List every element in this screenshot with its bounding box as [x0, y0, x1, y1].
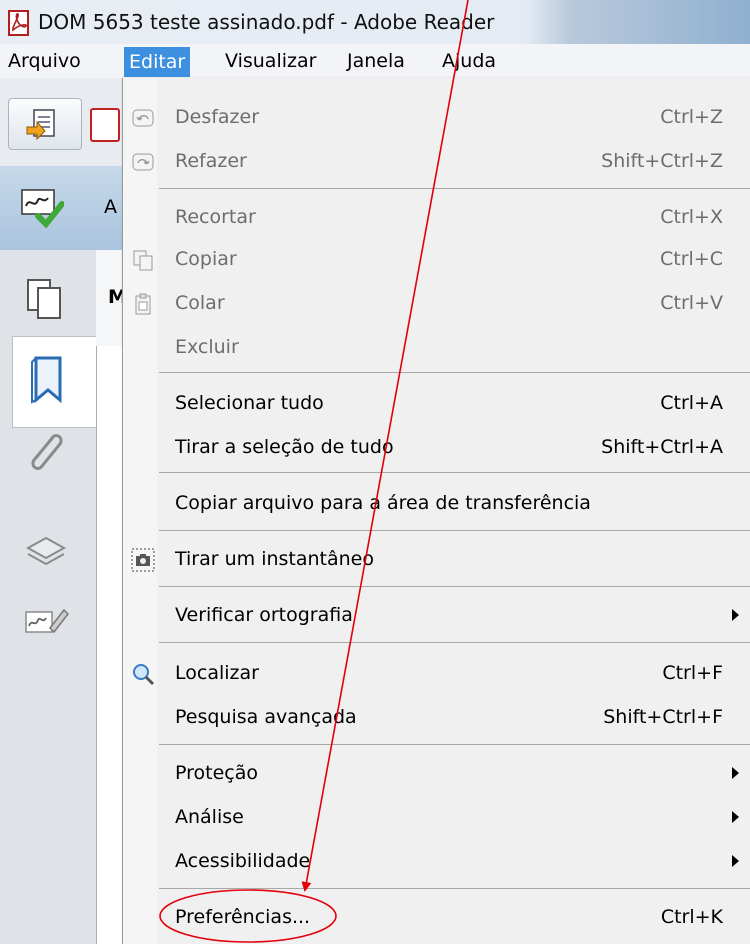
attachment-icon[interactable] — [20, 426, 72, 478]
navigation-pane — [0, 250, 97, 944]
create-pdf-icon — [26, 109, 55, 141]
menu-item-desfazer[interactable]: Desfazer Ctrl+Z — [123, 96, 750, 140]
menu-item-copiar-arquivo[interactable]: Copiar arquivo para a área de transferên… — [123, 482, 750, 526]
submenu-arrow-icon — [732, 767, 739, 779]
create-pdf-button[interactable] — [8, 98, 82, 150]
bookmark-icon[interactable] — [20, 354, 72, 406]
menu-ajuda[interactable]: Ajuda — [437, 49, 501, 75]
menu-item-protecao[interactable]: Proteção — [123, 752, 750, 796]
magnifier-icon — [133, 664, 155, 686]
menu-item-colar[interactable]: Colar Ctrl+V — [123, 282, 750, 326]
menu-item-tirar-selecao[interactable]: Tirar a seleção de tudo Shift+Ctrl+A — [123, 426, 750, 470]
undo-icon — [132, 109, 154, 127]
menu-item-recortar[interactable]: Recortar Ctrl+X — [123, 196, 750, 240]
open-file-icon[interactable] — [90, 108, 120, 142]
redo-icon — [132, 153, 154, 171]
menu-item-copiar[interactable]: Copiar Ctrl+C — [123, 238, 750, 282]
submenu-arrow-icon — [732, 811, 739, 823]
menu-separator — [159, 642, 750, 643]
menu-item-excluir[interactable]: Excluir — [123, 326, 750, 370]
page-thumbnails-icon[interactable] — [20, 274, 72, 326]
menu-separator — [159, 472, 750, 473]
window-title: DOM 5653 teste assinado.pdf - Adobe Read… — [38, 10, 495, 34]
menu-arquivo[interactable]: Arquivo — [3, 49, 86, 75]
copy-icon — [133, 250, 153, 271]
menu-separator — [159, 188, 750, 189]
menu-janela[interactable]: Janela — [342, 49, 410, 75]
menu-item-verificar-ortografia[interactable]: Verificar ortografia — [123, 594, 750, 638]
menu-bar: Arquivo Editar Visualizar Janela Ajuda — [0, 44, 750, 79]
submenu-arrow-icon — [732, 609, 739, 621]
menu-editar[interactable]: Editar — [124, 47, 191, 77]
menu-separator — [159, 586, 750, 587]
sign-icon[interactable] — [18, 186, 64, 228]
adobe-pdf-icon — [8, 10, 29, 36]
menu-separator — [159, 372, 750, 373]
menu-item-selecionar-tudo[interactable]: Selecionar tudo Ctrl+A — [123, 382, 750, 426]
menu-item-localizar[interactable]: Localizar Ctrl+F — [123, 652, 750, 696]
title-bar: DOM 5653 teste assinado.pdf - Adobe Read… — [0, 0, 750, 44]
menu-item-analise[interactable]: Análise — [123, 796, 750, 840]
menu-item-pesquisa-avancada[interactable]: Pesquisa avançada Shift+Ctrl+F — [123, 696, 750, 740]
menu-visualizar[interactable]: Visualizar — [220, 49, 321, 75]
menu-item-refazer[interactable]: Refazer Shift+Ctrl+Z — [123, 140, 750, 184]
menu-separator — [159, 888, 750, 889]
edit-menu-dropdown: Desfazer Ctrl+Z Refazer Shift+Ctrl+Z Rec… — [122, 78, 750, 944]
camera-icon — [131, 548, 155, 572]
menu-separator — [159, 744, 750, 745]
menu-separator — [159, 530, 750, 531]
menu-item-acessibilidade[interactable]: Acessibilidade — [123, 840, 750, 884]
layers-icon[interactable] — [20, 526, 72, 578]
sign-label: A — [104, 196, 117, 218]
menu-item-instantaneo[interactable]: Tirar um instantâneo — [123, 538, 750, 582]
menu-item-preferencias[interactable]: Preferências... Ctrl+K — [123, 896, 750, 940]
paste-icon — [135, 293, 151, 315]
signatures-icon[interactable] — [20, 598, 72, 650]
submenu-arrow-icon — [732, 855, 739, 867]
